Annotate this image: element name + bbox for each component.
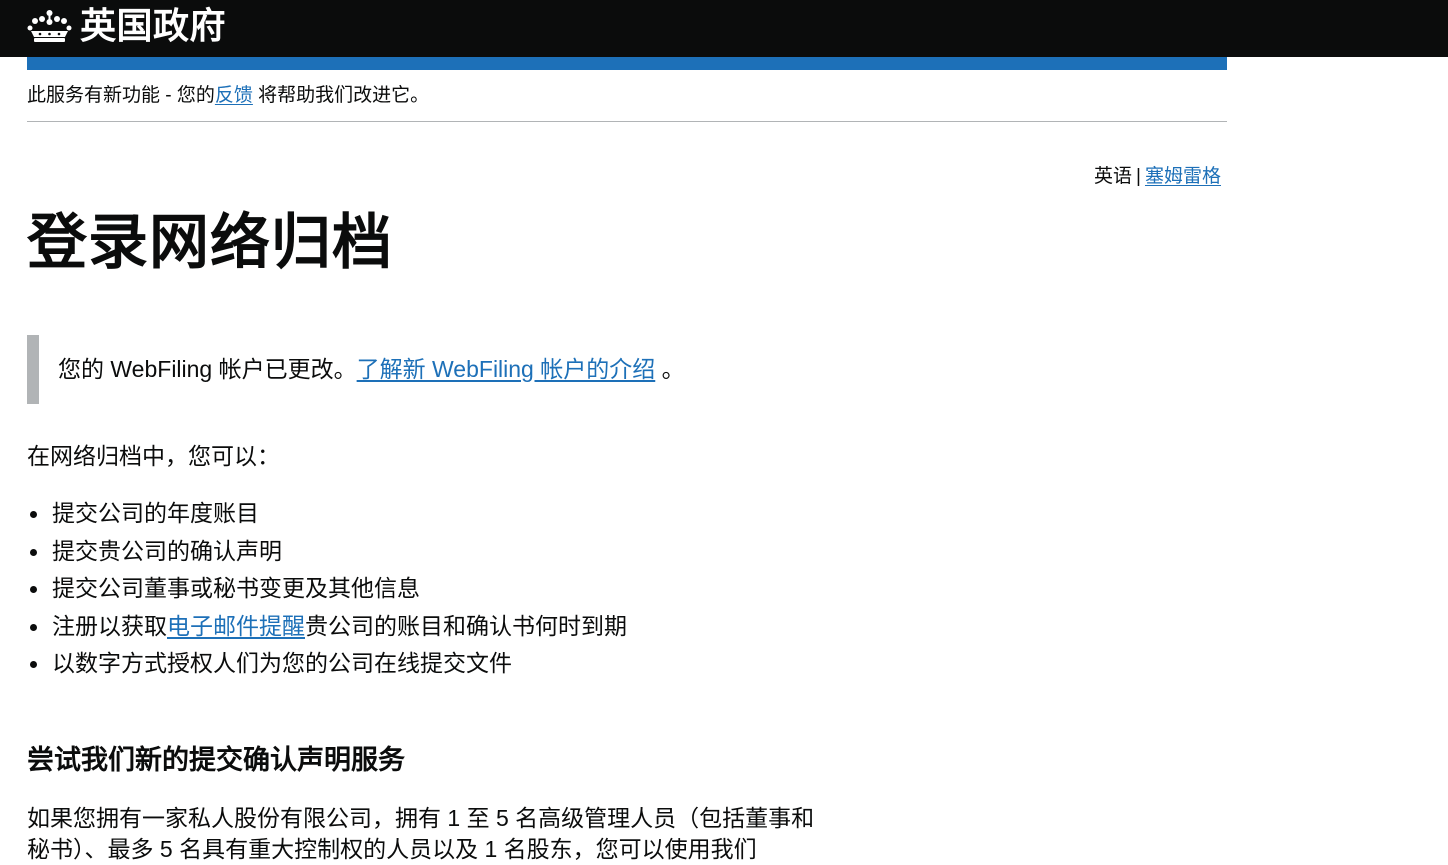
accent-bar [27,57,1227,70]
site-header: 英国政府 [0,0,1448,57]
crown-icon [27,10,72,42]
list-item: 以数字方式授权人们为您的公司在线提交文件 [27,647,627,685]
logo-text: 英国政府 [80,5,227,46]
inset-notice: 您的 WebFiling 帐户已更改。了解新 WebFiling 帐户的介绍 。 [27,335,727,404]
gov-logo-link[interactable]: 英国政府 [27,5,226,47]
list-item: 提交公司董事或秘书变更及其他信息 [27,572,627,610]
section-paragraph: 如果您拥有一家私人股份有限公司，拥有 1 至 5 名高级管理人员（包括董事和秘书… [27,805,815,862]
language-toggle: 英语 | 塞姆雷格 [1094,163,1221,191]
intro-text: 在网络归档中，您可以： [27,443,280,469]
list-item-text-after: 贵公司的账目和确认书何时到期 [305,612,627,639]
page-title: 登录网络归档 [27,209,393,276]
list-item-text: 注册以获取 [52,612,167,639]
language-current: 英语 [1094,166,1133,187]
phase-banner: 此服务有新功能 - 您的反馈 将帮助我们改进它。 [27,70,1227,122]
email-reminders-link[interactable]: 电子邮件提醒 [167,613,305,639]
section-heading: 尝试我们新的提交确认声明服务 [27,745,405,775]
features-list: 提交公司的年度账目 提交贵公司的确认声明 提交公司董事或秘书变更及其他信息 注册… [27,497,627,685]
language-separator: | [1136,166,1141,187]
inset-text: 您的 WebFiling 帐户已更改。 [58,356,357,382]
inset-suffix: 。 [655,356,685,382]
feedback-link[interactable]: 反馈 [215,85,253,106]
list-item: 提交贵公司的确认声明 [27,535,627,573]
language-welsh-link[interactable]: 塞姆雷格 [1145,166,1221,187]
phase-banner-text-after: 将帮助我们改进它。 [252,85,430,106]
list-item: 提交公司的年度账目 [27,497,627,535]
phase-banner-text: 此服务有新功能 - 您的 [27,85,215,106]
list-item: 注册以获取电子邮件提醒贵公司的账目和确认书何时到期 [27,610,627,648]
webfiling-intro-link[interactable]: 了解新 WebFiling 帐户的介绍 [357,356,656,382]
